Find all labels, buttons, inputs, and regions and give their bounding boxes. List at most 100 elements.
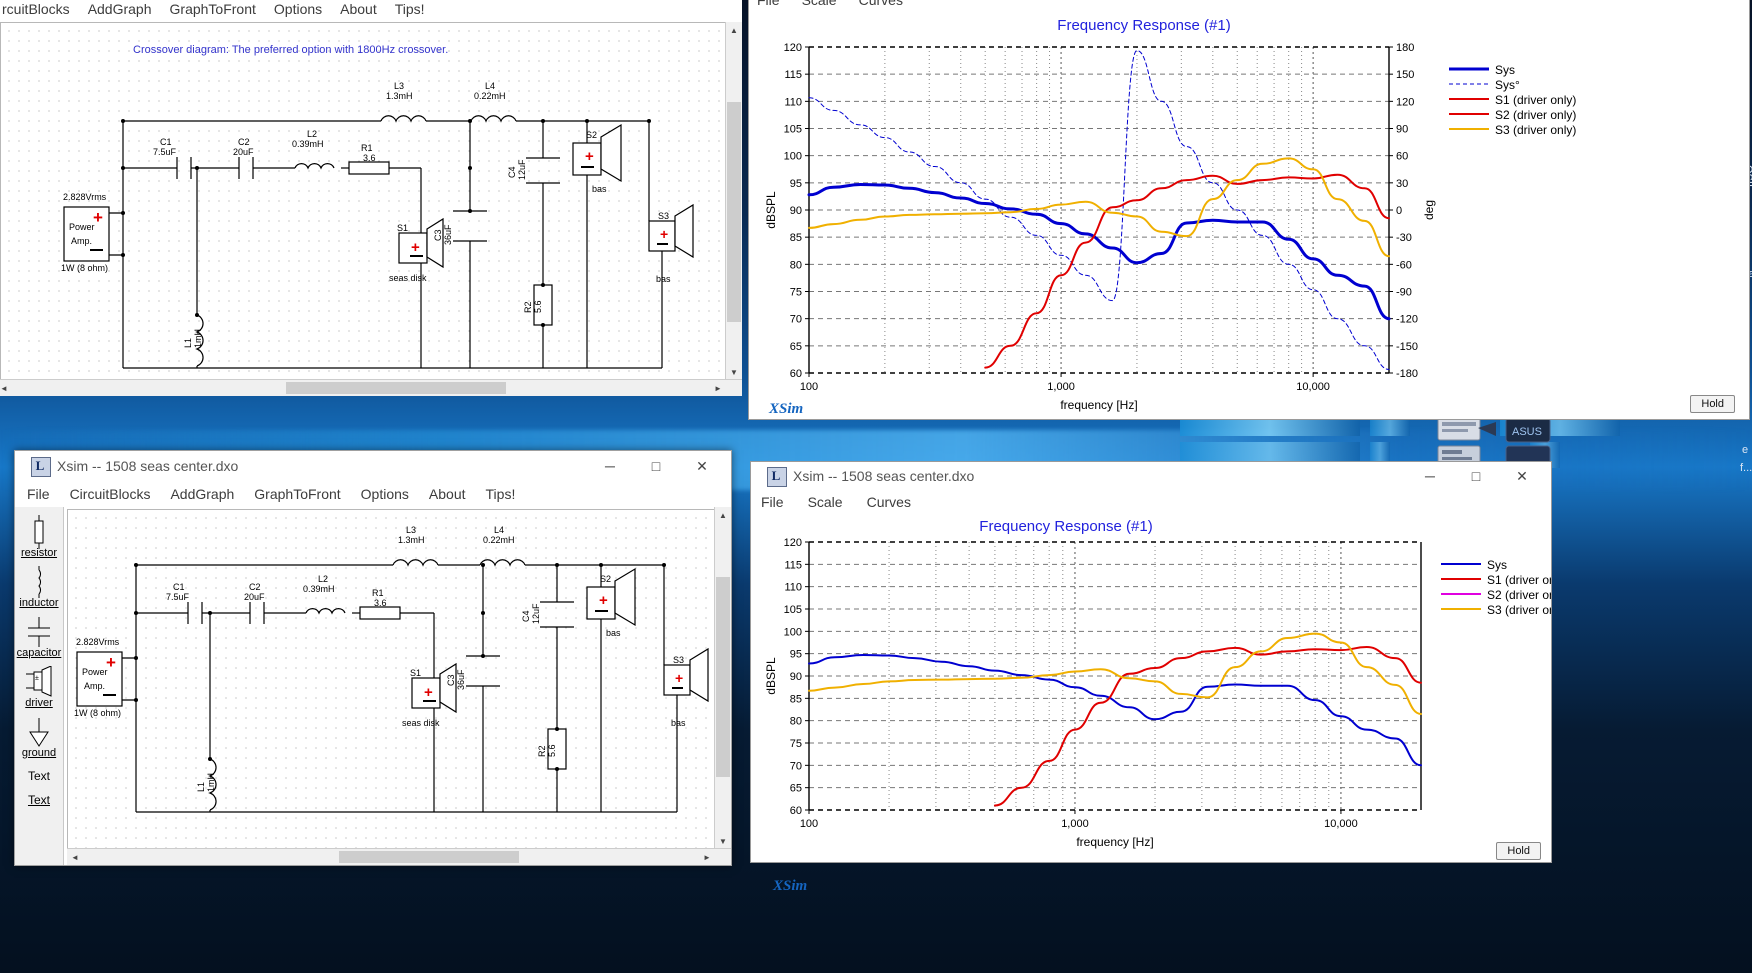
graph-menu-curves[interactable]: Curves bbox=[859, 0, 903, 8]
svg-text:Sys: Sys bbox=[1487, 558, 1507, 572]
window-controls-schematic[interactable]: ─ □ ✕ bbox=[587, 452, 725, 481]
svg-text:C4: C4 bbox=[521, 610, 531, 622]
window-controls-graph[interactable]: ─ □ ✕ bbox=[1407, 462, 1545, 491]
menubar-graph-top[interactable]: File Scale Curves bbox=[749, 0, 1749, 11]
svg-text:0.22mH: 0.22mH bbox=[474, 91, 506, 101]
scroll-up-arrow-bottom[interactable]: ▲ bbox=[715, 507, 731, 523]
menu-file-b[interactable]: File bbox=[27, 486, 50, 502]
vscroll-thumb-bottom[interactable] bbox=[716, 577, 730, 777]
scroll-down-arrow-bottom[interactable]: ▼ bbox=[715, 833, 731, 849]
menu-options-b[interactable]: Options bbox=[361, 486, 409, 502]
palette-label-ground: ground bbox=[22, 747, 56, 759]
hscroll-thumb-bottom[interactable] bbox=[339, 851, 519, 863]
svg-text:120: 120 bbox=[784, 42, 802, 54]
menu-tips[interactable]: Tips! bbox=[395, 1, 425, 17]
svg-text:bas: bas bbox=[656, 274, 671, 284]
svg-text:+: + bbox=[660, 226, 668, 242]
graph-menu-scale-b[interactable]: Scale bbox=[808, 494, 843, 510]
svg-text:30: 30 bbox=[1396, 178, 1408, 190]
svg-text:12uF: 12uF bbox=[517, 159, 527, 180]
menu-addgraph-b[interactable]: AddGraph bbox=[170, 486, 234, 502]
menu-about[interactable]: About bbox=[340, 1, 377, 17]
vertical-scrollbar-top[interactable]: ▲ ▼ bbox=[725, 22, 742, 380]
menu-circuitblocks-b[interactable]: CircuitBlocks bbox=[70, 486, 151, 502]
palette-item-ground[interactable]: ground bbox=[16, 715, 62, 759]
drawing-area-bottom[interactable]: + + + + C17.5uF C220uF L20.39mH R13.6 L3… bbox=[67, 509, 731, 849]
maximize-button-schematic[interactable]: □ bbox=[633, 452, 679, 481]
palette-item-text[interactable]: Text bbox=[16, 771, 62, 783]
svg-text:115: 115 bbox=[784, 69, 802, 81]
palette-item-driver[interactable]: ± driver bbox=[16, 665, 62, 709]
scroll-right-arrow-top[interactable]: ► bbox=[710, 380, 726, 396]
menubar-bottom-schematic[interactable]: File CircuitBlocks AddGraph GraphToFront… bbox=[15, 481, 731, 507]
svg-text:2.828Vrms: 2.828Vrms bbox=[63, 192, 107, 202]
close-button-graph[interactable]: ✕ bbox=[1499, 462, 1545, 491]
window-title-graph: Xsim -- 1508 seas center.dxo bbox=[793, 468, 974, 484]
xsim-brand-bottom: XSim bbox=[773, 878, 807, 895]
menubar-top-schematic[interactable]: rcuitBlocks AddGraph GraphToFront Option… bbox=[0, 0, 742, 22]
scroll-left-arrow-bottom[interactable]: ◄ bbox=[67, 849, 83, 865]
scroll-down-arrow-top[interactable]: ▼ bbox=[726, 364, 742, 380]
maximize-button-graph[interactable]: □ bbox=[1453, 462, 1499, 491]
circuit-svg-top: + + + + C17.5uF C220uF L20.39mH R13.6 L3… bbox=[1, 23, 731, 380]
svg-text:70: 70 bbox=[790, 314, 802, 326]
hscroll-thumb-top[interactable] bbox=[286, 382, 506, 394]
scroll-right-arrow-bottom[interactable]: ► bbox=[699, 849, 715, 865]
minimize-button-schematic[interactable]: ─ bbox=[587, 452, 633, 481]
svg-text:90: 90 bbox=[790, 205, 802, 217]
vscroll-thumb-top[interactable] bbox=[727, 102, 741, 322]
scroll-left-arrow-top[interactable]: ◄ bbox=[0, 380, 12, 396]
menu-about-b[interactable]: About bbox=[429, 486, 466, 502]
svg-text:1.3mH: 1.3mH bbox=[398, 535, 425, 545]
scroll-up-arrow-top[interactable]: ▲ bbox=[726, 22, 742, 38]
menu-tips-b[interactable]: Tips! bbox=[486, 486, 516, 502]
svg-text:75: 75 bbox=[790, 738, 802, 750]
svg-text:C4: C4 bbox=[507, 166, 517, 178]
menu-circuitblocks[interactable]: rcuitBlocks bbox=[2, 1, 70, 17]
svg-text:bas: bas bbox=[671, 718, 686, 728]
svg-text:S2 (driver only): S2 (driver only) bbox=[1487, 588, 1551, 602]
svg-text:75: 75 bbox=[790, 287, 802, 299]
palette-item-text-underline[interactable]: Text bbox=[16, 795, 62, 807]
drawing-area-top[interactable]: Crossover diagram: The preferred option … bbox=[0, 22, 742, 380]
svg-text:C3: C3 bbox=[446, 674, 456, 686]
hold-button-top[interactable]: Hold bbox=[1690, 395, 1735, 413]
component-palette[interactable]: resistor inductor capacitor ± driver bbox=[15, 507, 64, 865]
graph-window-bottom: L Xsim -- 1508 seas center.dxo ─ □ ✕ Fil… bbox=[750, 461, 1552, 863]
menu-graphtofront-b[interactable]: GraphToFront bbox=[254, 486, 340, 502]
svg-text:5.6: 5.6 bbox=[547, 744, 557, 757]
graph-menu-file-b[interactable]: File bbox=[761, 494, 784, 510]
menu-graphtofront[interactable]: GraphToFront bbox=[170, 1, 256, 17]
graph-menu-curves-b[interactable]: Curves bbox=[867, 494, 911, 510]
svg-text:ASUS: ASUS bbox=[1512, 426, 1542, 438]
palette-item-resistor[interactable]: resistor bbox=[16, 515, 62, 559]
svg-text:2.828Vrms: 2.828Vrms bbox=[76, 637, 120, 647]
horizontal-scrollbar-top[interactable]: ◄ ► bbox=[0, 379, 742, 396]
svg-text:C1: C1 bbox=[173, 582, 185, 592]
palette-item-inductor[interactable]: inductor bbox=[16, 565, 62, 609]
titlebar-graph-bottom[interactable]: L Xsim -- 1508 seas center.dxo ─ □ ✕ bbox=[751, 462, 1551, 490]
ground-icon bbox=[27, 715, 51, 749]
svg-text:C3: C3 bbox=[433, 229, 443, 241]
vertical-scrollbar-bottom[interactable]: ▲ ▼ bbox=[714, 507, 731, 849]
titlebar-schematic-bottom[interactable]: L Xsim -- 1508 seas center.dxo ─ □ ✕ bbox=[15, 451, 731, 481]
svg-text:bas: bas bbox=[592, 184, 607, 194]
hold-button-bottom[interactable]: Hold bbox=[1496, 842, 1541, 860]
svg-text:C2: C2 bbox=[238, 137, 250, 147]
minimize-button-graph[interactable]: ─ bbox=[1407, 462, 1453, 491]
svg-text:1.3mH: 1.3mH bbox=[386, 91, 413, 101]
svg-text:70: 70 bbox=[790, 760, 802, 772]
palette-label-resistor: resistor bbox=[21, 547, 57, 559]
svg-text:C2: C2 bbox=[249, 582, 261, 592]
graph-menu-file[interactable]: File bbox=[757, 0, 780, 8]
menubar-graph-bottom[interactable]: File Scale Curves bbox=[751, 490, 1551, 514]
menu-options[interactable]: Options bbox=[274, 1, 322, 17]
close-button-schematic[interactable]: ✕ bbox=[679, 452, 725, 481]
svg-text:+: + bbox=[585, 148, 594, 165]
graph-menu-scale[interactable]: Scale bbox=[802, 0, 837, 8]
horizontal-scrollbar-bottom[interactable]: ◄ ► bbox=[67, 848, 731, 865]
menu-addgraph[interactable]: AddGraph bbox=[88, 1, 152, 17]
svg-text:S3 (driver only): S3 (driver only) bbox=[1487, 603, 1551, 617]
svg-text:0: 0 bbox=[1396, 205, 1402, 217]
palette-item-capacitor[interactable]: capacitor bbox=[16, 615, 62, 659]
